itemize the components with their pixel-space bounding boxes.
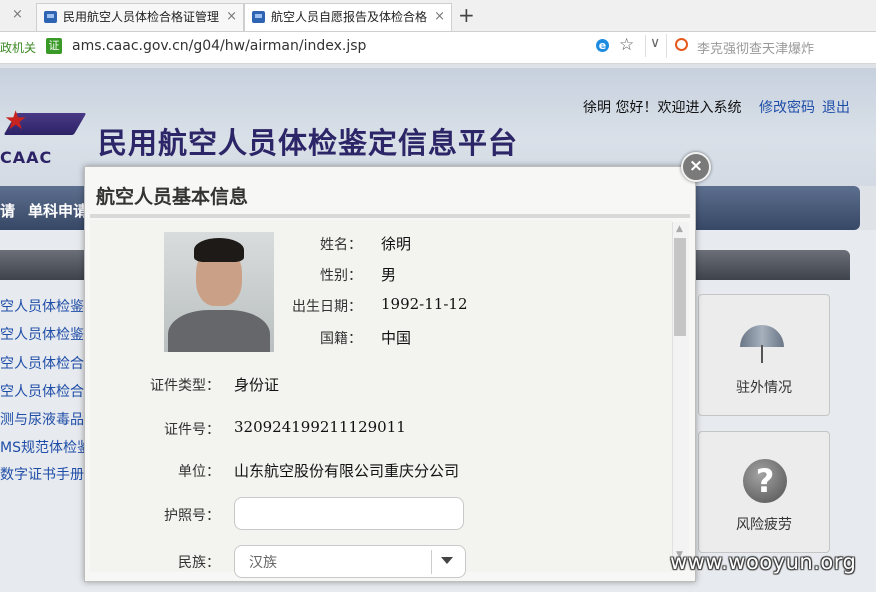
ethnicity-label: 民族：	[178, 555, 220, 571]
id-type-value: 身份证	[234, 376, 280, 394]
scroll-thumb[interactable]	[674, 238, 686, 336]
id-number-value: 320924199211129011	[234, 418, 406, 436]
nav-item[interactable]: 请	[0, 200, 15, 221]
search-input[interactable]: 李克强彻查天津爆炸	[697, 38, 814, 57]
birth-value: 1992-11-12	[381, 295, 468, 313]
browser-tab-active[interactable]: 航空人员自愿报告及体检合格 ×	[244, 3, 452, 31]
dropdown-arrow-icon[interactable]	[441, 557, 453, 564]
sidebar-link[interactable]: 空人员体检合	[0, 381, 84, 401]
modal-title: 航空人员基本信息	[96, 186, 249, 208]
browser-tab[interactable]: 民用航空人员体检合格证管理 ×	[36, 3, 244, 31]
tab-close-icon[interactable]: ×	[226, 4, 237, 30]
gender-value: 男	[381, 266, 397, 284]
name-label: 姓名：	[320, 237, 362, 253]
nationality-value: 中国	[381, 329, 412, 347]
site-title: 民用航空人员体检鉴定信息平台	[98, 126, 519, 160]
watermark: www.wooyun.org	[670, 550, 857, 574]
unit-label: 单位：	[178, 464, 220, 480]
tab-close-icon[interactable]: ×	[12, 4, 23, 26]
gender-label: 性别：	[320, 268, 362, 284]
ethnicity-selected: 汉族	[249, 555, 277, 571]
certificate-label[interactable]: 政机关	[0, 39, 36, 56]
tab-title: 民用航空人员体检合格证管理	[63, 10, 220, 24]
photo-body	[168, 310, 270, 352]
question-icon: ?	[743, 459, 787, 503]
tile-label: 风险疲劳	[736, 517, 792, 533]
sidebar-link[interactable]: 数字证书手册	[0, 464, 84, 484]
photo-hair	[194, 238, 244, 262]
certificate-badge-icon[interactable]: 证	[46, 38, 62, 54]
sidebar-link[interactable]: 空人员体检鉴	[0, 296, 84, 316]
close-button[interactable]: ×	[681, 152, 711, 182]
sidebar-link[interactable]: 空人员体检合	[0, 353, 84, 373]
logo-text: CAAC	[0, 148, 53, 167]
modal-divider	[90, 214, 690, 218]
name-value: 徐明	[381, 235, 412, 253]
sidebar-link[interactable]: 测与尿液毒品	[0, 409, 84, 429]
star-icon[interactable]: ☆	[619, 35, 634, 55]
id-number-label: 证件号：	[164, 422, 220, 438]
logo-star-icon: ★	[4, 106, 28, 136]
tile-label: 驻外情况	[736, 380, 792, 396]
id-type-label: 证件类型：	[150, 378, 220, 394]
nav-item-single-apply[interactable]: 单科申请	[28, 200, 88, 221]
user-greeting: 徐明 您好！欢迎进入系统	[583, 100, 742, 116]
favicon-icon	[44, 11, 57, 23]
favicon-icon	[252, 11, 265, 23]
chevron-down-icon[interactable]: ∨	[650, 35, 660, 51]
ie-icon[interactable]: e	[596, 39, 609, 52]
sidebar-link[interactable]: 空人员体检鉴	[0, 324, 84, 344]
select-divider	[431, 550, 432, 574]
birth-label: 出生日期：	[292, 299, 362, 315]
passport-input[interactable]	[234, 497, 464, 530]
nationality-label: 国籍：	[320, 331, 362, 347]
logout-link[interactable]: 退出	[822, 97, 850, 117]
tile-overseas[interactable]: 驻外情况	[698, 294, 830, 416]
ethnicity-select[interactable]: 汉族	[234, 545, 466, 578]
avatar-photo	[164, 232, 274, 352]
scroll-up-icon[interactable]: ▲	[676, 224, 683, 234]
new-tab-button[interactable]: +	[458, 2, 475, 28]
unit-value: 山东航空股份有限公司重庆分公司	[234, 462, 460, 480]
tab-close-icon[interactable]: ×	[434, 4, 445, 30]
search-icon[interactable]	[675, 38, 688, 51]
change-password-link[interactable]: 修改密码	[759, 97, 815, 117]
passport-label: 护照号：	[164, 508, 220, 524]
tab-title: 航空人员自愿报告及体检合格	[271, 10, 428, 24]
divider	[645, 35, 646, 57]
umbrella-stick	[761, 345, 763, 363]
sidebar-link[interactable]: MS规范体检鉴	[0, 437, 91, 457]
url-field[interactable]: ams.caac.gov.cn/g04/hw/airman/index.jsp	[72, 38, 366, 54]
